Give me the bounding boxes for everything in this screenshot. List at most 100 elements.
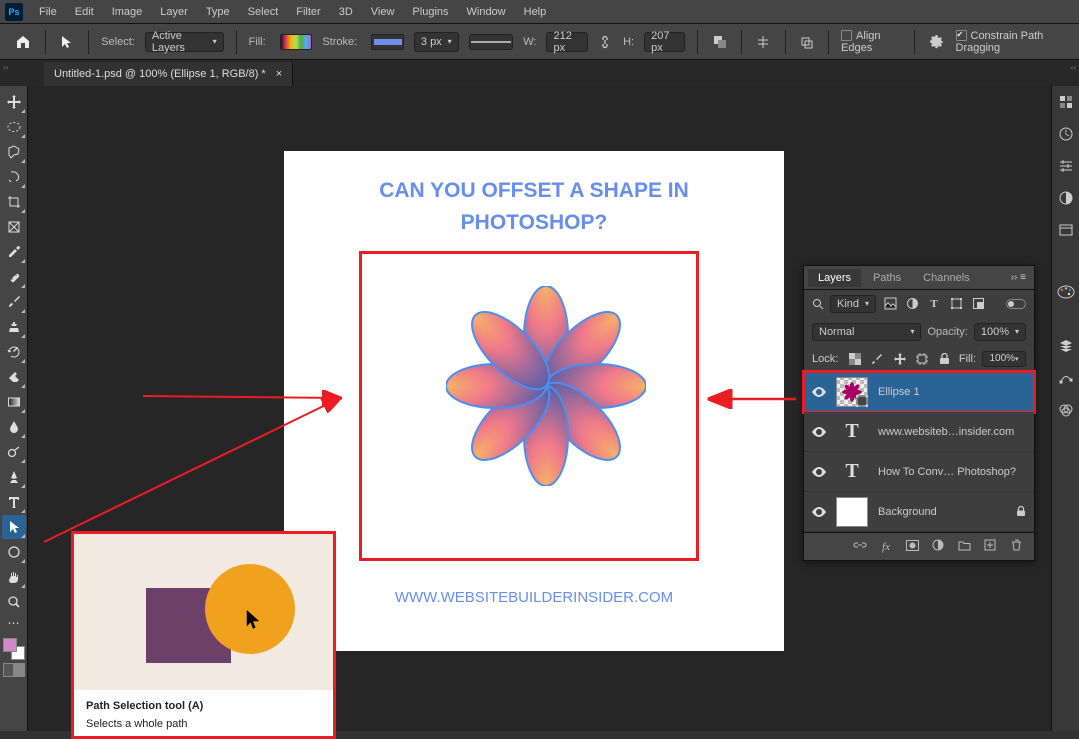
tool-path-selection[interactable] — [2, 515, 26, 539]
fill-swatch[interactable] — [280, 34, 313, 50]
lock-all-icon[interactable] — [937, 351, 952, 367]
layer-name[interactable]: Ellipse 1 — [878, 386, 1026, 398]
link-dimensions-icon[interactable] — [598, 32, 613, 52]
tool-crop[interactable] — [2, 190, 26, 214]
panel-paths-icon[interactable] — [1054, 366, 1078, 390]
tool-gradient[interactable] — [2, 390, 26, 414]
align-edges-checkbox[interactable]: Align Edges — [841, 30, 904, 54]
panel-libraries-icon[interactable] — [1054, 218, 1078, 242]
collapse-panel-icon[interactable]: ›› ≡ — [1011, 272, 1030, 283]
tool-shape[interactable] — [2, 540, 26, 564]
edit-toolbar-icon[interactable]: ⋯ — [2, 615, 26, 631]
constrain-path-dragging-checkbox[interactable]: Constrain Path Dragging — [956, 30, 1072, 54]
visibility-icon[interactable] — [812, 387, 826, 397]
path-selection-icon[interactable] — [58, 31, 77, 53]
fill-opacity-field[interactable]: 100% ▾ — [982, 351, 1026, 367]
layer-row-background[interactable]: Background — [804, 492, 1034, 532]
gear-icon[interactable] — [927, 31, 946, 53]
menu-file[interactable]: File — [31, 3, 65, 21]
tool-marquee[interactable] — [2, 115, 26, 139]
select-mode-dropdown[interactable]: Active Layers▾ — [145, 32, 224, 52]
layer-name[interactable]: How To Conv… Photoshop? — [878, 466, 1026, 478]
menu-image[interactable]: Image — [104, 3, 151, 21]
layers-tab[interactable]: Layers — [808, 269, 861, 287]
filter-smart-icon[interactable] — [970, 296, 986, 312]
layer-name[interactable]: www.websiteb…insider.com — [878, 426, 1026, 438]
panel-color-icon[interactable] — [1054, 90, 1078, 114]
tool-healing[interactable] — [2, 265, 26, 289]
rightdock-handle[interactable]: ‹‹ — [1071, 63, 1076, 72]
layer-row-ellipse[interactable]: Ellipse 1 — [804, 372, 1034, 412]
document-tab[interactable]: Untitled-1.psd @ 100% (Ellipse 1, RGB/8)… — [44, 62, 293, 86]
path-arrangement-icon[interactable] — [797, 31, 816, 53]
path-alignment-icon[interactable] — [754, 31, 773, 53]
toolbar-handle[interactable]: ›› — [3, 63, 8, 72]
layer-name[interactable]: Background — [878, 506, 1006, 518]
opacity-field[interactable]: 100%▾ — [974, 323, 1026, 341]
visibility-icon[interactable] — [812, 507, 826, 517]
delete-layer-icon[interactable] — [1008, 539, 1024, 554]
menu-3d[interactable]: 3D — [331, 3, 361, 21]
layer-thumbnail[interactable]: T — [836, 457, 868, 487]
filter-shape-icon[interactable] — [948, 296, 964, 312]
tool-type[interactable] — [2, 490, 26, 514]
panel-history-icon[interactable] — [1054, 122, 1078, 146]
new-layer-icon[interactable] — [982, 539, 998, 554]
path-operations-icon[interactable] — [710, 31, 729, 53]
tool-quick-select[interactable] — [2, 165, 26, 189]
channels-tab[interactable]: Channels — [913, 269, 979, 287]
panel-layers-icon[interactable] — [1054, 334, 1078, 358]
menu-layer[interactable]: Layer — [152, 3, 196, 21]
menu-select[interactable]: Select — [240, 3, 287, 21]
layer-row-text2[interactable]: T How To Conv… Photoshop? — [804, 452, 1034, 492]
menu-view[interactable]: View — [363, 3, 403, 21]
stroke-swatch[interactable] — [371, 34, 404, 50]
tool-history-brush[interactable] — [2, 340, 26, 364]
menu-filter[interactable]: Filter — [288, 3, 328, 21]
lock-position-icon[interactable] — [892, 351, 907, 367]
layer-thumbnail[interactable] — [836, 497, 868, 527]
tool-dodge[interactable] — [2, 440, 26, 464]
visibility-icon[interactable] — [812, 467, 826, 477]
group-layers-icon[interactable] — [956, 540, 972, 554]
filter-adjust-icon[interactable] — [904, 296, 920, 312]
lock-icon[interactable] — [1016, 506, 1026, 518]
tool-blur[interactable] — [2, 415, 26, 439]
tool-lasso[interactable] — [2, 140, 26, 164]
stroke-style-dropdown[interactable] — [469, 34, 514, 50]
paths-tab[interactable]: Paths — [863, 269, 911, 287]
lock-artboard-icon[interactable] — [914, 351, 929, 367]
tool-clone-stamp[interactable] — [2, 315, 26, 339]
menu-help[interactable]: Help — [516, 3, 555, 21]
layer-row-text1[interactable]: T www.websiteb…insider.com — [804, 412, 1034, 452]
lock-transparent-icon[interactable] — [847, 351, 862, 367]
panel-adjustments-icon[interactable] — [1054, 186, 1078, 210]
tool-eyedropper[interactable] — [2, 240, 26, 264]
menu-type[interactable]: Type — [198, 3, 238, 21]
search-icon[interactable] — [812, 298, 824, 310]
panel-swatches-icon[interactable] — [1054, 280, 1078, 304]
layer-thumbnail[interactable]: T — [836, 417, 868, 447]
tool-move[interactable] — [2, 90, 26, 114]
stroke-width-field[interactable]: 3 px▾ — [414, 32, 459, 52]
menu-edit[interactable]: Edit — [67, 3, 102, 21]
layer-filter-dropdown[interactable]: Kind▾ — [830, 295, 876, 313]
visibility-icon[interactable] — [812, 427, 826, 437]
home-icon[interactable] — [14, 31, 33, 53]
tool-zoom[interactable] — [2, 590, 26, 614]
lock-pixels-icon[interactable] — [870, 351, 885, 367]
adjustment-layer-icon[interactable] — [930, 539, 946, 554]
layer-thumbnail[interactable] — [836, 377, 868, 407]
panel-properties-icon[interactable] — [1054, 154, 1078, 178]
tool-hand[interactable] — [2, 565, 26, 589]
link-layers-icon[interactable] — [852, 539, 868, 554]
height-field[interactable]: 207 px — [644, 32, 685, 52]
tool-pen[interactable] — [2, 465, 26, 489]
filter-toggle[interactable] — [1006, 299, 1026, 309]
tool-frame[interactable] — [2, 215, 26, 239]
layer-style-icon[interactable]: fx — [878, 541, 894, 553]
tool-brush[interactable] — [2, 290, 26, 314]
tool-eraser[interactable] — [2, 365, 26, 389]
menu-window[interactable]: Window — [459, 3, 514, 21]
layer-mask-icon[interactable] — [904, 540, 920, 554]
